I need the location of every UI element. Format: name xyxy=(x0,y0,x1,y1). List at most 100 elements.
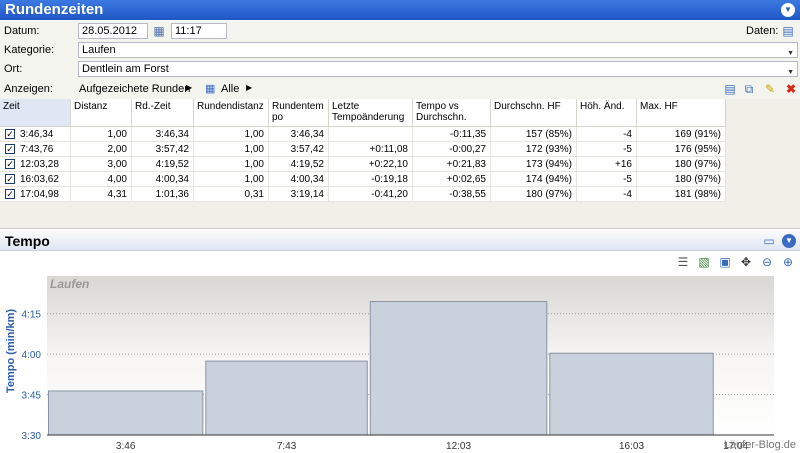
table-cell: -0:11,35 xyxy=(413,127,491,142)
save-icon[interactable]: ▣ xyxy=(718,255,732,269)
column-header[interactable]: Höh. Änd. xyxy=(577,99,637,127)
x-tick-label: 12:03 xyxy=(446,441,471,452)
kategorie-row: Kategorie: Laufen ▼ xyxy=(0,40,800,59)
table-cell: +16 xyxy=(577,157,637,172)
collapse-icon[interactable]: ▼ xyxy=(781,3,795,17)
layout-icon[interactable]: ▭ xyxy=(762,234,776,248)
table-cell: +0:11,08 xyxy=(329,142,413,157)
collapse-icon[interactable]: ▼ xyxy=(782,234,796,248)
date-field[interactable]: 28.05.2012 xyxy=(78,23,148,39)
column-header[interactable]: Zeit xyxy=(0,99,71,127)
location-value: Dentlein am Forst xyxy=(82,63,169,75)
column-header[interactable]: Rundentem po xyxy=(269,99,329,127)
pencil-icon[interactable]: ✎ xyxy=(763,82,777,96)
table-cell: ✓ 16:03,62 xyxy=(0,172,71,187)
table-cell: 4,31 xyxy=(71,187,132,202)
column-header[interactable]: Rd.-Zeit xyxy=(132,99,194,127)
ort-row: Ort: Dentlein am Forst ▼ xyxy=(0,59,800,78)
chart-icon[interactable]: ▧ xyxy=(697,255,711,269)
zoom-out-icon[interactable]: ⊖ xyxy=(760,255,774,269)
table-cell: 1,00 xyxy=(194,172,269,187)
table-cell: 4:00,34 xyxy=(132,172,194,187)
table-cell: 180 (97%) xyxy=(637,172,726,187)
delete-icon[interactable]: ✖ xyxy=(784,82,798,96)
bar xyxy=(48,390,204,436)
window-title: Rundenzeiten xyxy=(5,1,104,18)
table-row[interactable]: ✓ 3:46,34 1,00 3:46,34 1,00 3:46,34 -0:11,35 15… xyxy=(0,127,726,142)
table-cell: -4 xyxy=(577,127,637,142)
column-header[interactable]: Distanz xyxy=(71,99,132,127)
x-tick-label: 7:43 xyxy=(277,441,297,452)
filter-all-menu[interactable]: Alle xyxy=(221,83,239,95)
table-cell: 3:57,42 xyxy=(269,142,329,157)
table-cell: 1,00 xyxy=(194,127,269,142)
cell-text: 16:03,62 xyxy=(20,174,59,185)
table-row[interactable]: ✓ 17:04,98 4,31 1:01,36 0,31 3:19,14 -0:41,20-… xyxy=(0,187,726,202)
row-checkbox[interactable]: ✓ xyxy=(5,144,15,154)
table-cell: +0:22,10 xyxy=(329,157,413,172)
table-cell: 3:46,34 xyxy=(269,127,329,142)
data-source-icon[interactable]: ▤ xyxy=(781,24,795,38)
series-label: Laufen xyxy=(50,277,89,291)
row-checkbox[interactable]: ✓ xyxy=(5,174,15,184)
y-tick-label: 4:15 xyxy=(22,310,42,321)
table-cell: -0:41,20 xyxy=(329,187,413,202)
table-cell: 2,00 xyxy=(71,142,132,157)
datum-label: Datum: xyxy=(4,25,40,37)
row-checkbox[interactable]: ✓ xyxy=(5,159,15,169)
table-cell: 176 (95%) xyxy=(637,142,726,157)
column-header[interactable]: Tempo vs Durchschn. xyxy=(413,99,491,127)
column-header[interactable]: Max. HF xyxy=(637,99,726,127)
anzeigen-row: Anzeigen: Aufgezeichete Runden ▶ ▦ Alle … xyxy=(0,78,800,99)
daten-label: Daten: xyxy=(746,25,779,37)
x-tick-label: 16:03 xyxy=(619,441,644,452)
table-row[interactable]: ✓ 12:03,28 3,00 4:19,52 1,00 4:19,52 +0:22,10 +… xyxy=(0,157,726,172)
display-mode-menu[interactable]: Aufgezeichete Runden xyxy=(79,83,190,95)
column-header[interactable]: Rundendistanz xyxy=(194,99,269,127)
column-header[interactable]: Durchschn. HF xyxy=(491,99,577,127)
calendar-icon[interactable]: ▦ xyxy=(152,24,166,38)
table-row[interactable]: ✓ 7:43,76 2,00 3:57,42 1,00 3:57,42 +0:11,08 -0… xyxy=(0,142,726,157)
ort-label: Ort: xyxy=(4,63,23,75)
bar xyxy=(369,301,548,436)
fit-icon[interactable]: ✥ xyxy=(739,255,753,269)
table-cell: 173 (94%) xyxy=(491,157,577,172)
table-cell: -0:19,18 xyxy=(329,172,413,187)
table-cell: +0:02,65 xyxy=(413,172,491,187)
export-icon[interactable]: ⧉ xyxy=(742,82,756,96)
row-checkbox[interactable]: ✓ xyxy=(5,189,15,199)
datum-row: Datum: 28.05.2012 ▦ 11:17 Daten: ▤ xyxy=(0,21,800,40)
table-cell xyxy=(329,127,413,142)
row-checkbox[interactable]: ✓ xyxy=(5,129,15,139)
table-cell: +0:21,83 xyxy=(413,157,491,172)
category-select[interactable]: Laufen ▼ xyxy=(78,42,798,58)
zoom-in-icon[interactable]: ⊕ xyxy=(781,255,795,269)
list-icon[interactable]: ▤ xyxy=(723,82,737,96)
y-tick-label: 3:30 xyxy=(22,431,42,442)
table-cell: 1,00 xyxy=(71,127,132,142)
table-cell: 169 (91%) xyxy=(637,127,726,142)
table-cell: 1,00 xyxy=(194,142,269,157)
column-header[interactable]: Letzte Tempoänderung xyxy=(329,99,413,127)
triangle-right-icon: ▶ xyxy=(246,83,253,92)
triangle-right-icon: ▶ xyxy=(186,83,193,92)
rows-icon[interactable]: ☰ xyxy=(676,255,690,269)
x-tick-label: 3:46 xyxy=(116,441,136,452)
table-cell: ✓ 17:04,98 xyxy=(0,187,71,202)
cell-text: 7:43,76 xyxy=(20,144,54,155)
anzeigen-label: Anzeigen: xyxy=(4,83,53,95)
watermark: Läufer-Blog.de xyxy=(724,439,796,451)
table-cell: -4 xyxy=(577,187,637,202)
table-row[interactable]: ✓ 16:03,62 4,00 4:00,34 1,00 4:00,34 -0:19,18 +… xyxy=(0,172,726,187)
bar xyxy=(205,360,368,436)
bar xyxy=(549,352,714,436)
cell-text: 17:04,98 xyxy=(20,189,59,200)
table-cell: 180 (97%) xyxy=(491,187,577,202)
table-cell: -5 xyxy=(577,142,637,157)
tempo-panel-header: Tempo ▭ ▼ xyxy=(0,231,800,251)
table-cell: 4:19,52 xyxy=(269,157,329,172)
time-field[interactable]: 11:17 xyxy=(171,23,227,39)
table-cell: 3:19,14 xyxy=(269,187,329,202)
location-select[interactable]: Dentlein am Forst ▼ xyxy=(78,61,798,77)
table-cell: ✓ 7:43,76 xyxy=(0,142,71,157)
